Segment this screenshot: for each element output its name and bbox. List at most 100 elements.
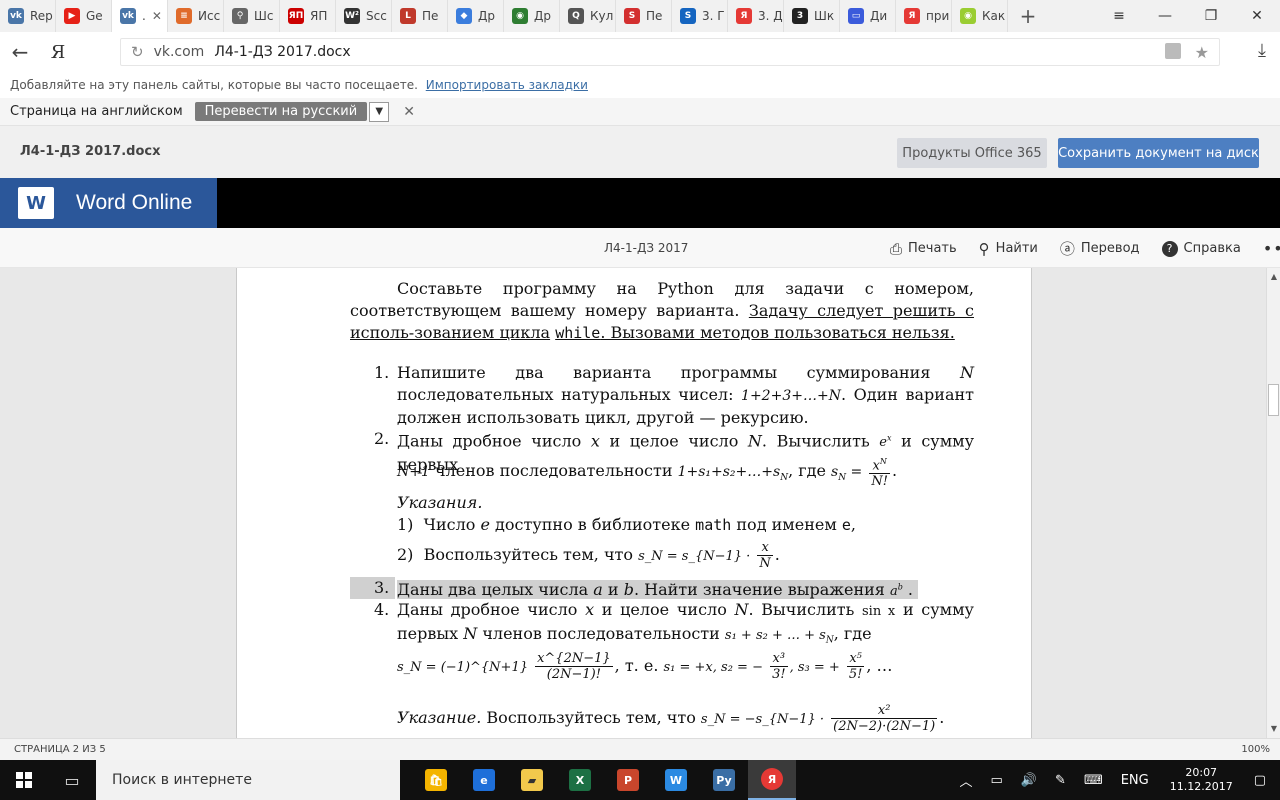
browser-tab[interactable]: Я 3. Д — [728, 0, 784, 32]
tab-label: 3. Г — [702, 9, 725, 23]
browser-tab[interactable]: Япри — [896, 0, 952, 32]
yandex-browser-app-icon[interactable]: Я — [748, 760, 796, 800]
taskbar-search-input[interactable]: Поиск в интернете — [96, 760, 400, 800]
browser-tab[interactable]: ◉ Как — [952, 0, 1008, 32]
url-field[interactable]: ↻ vk.com Л4-1-ДЗ 2017.docx ★ — [120, 38, 1220, 66]
item4-var-n2: N — [463, 624, 478, 643]
task-number: 4. — [374, 600, 390, 619]
tab-label: Др — [534, 9, 551, 23]
url-domain: vk.com — [153, 44, 205, 60]
system-tray: ︿ ▭ 🔊 ✎ ⌨ ENG 20:07 11.12.2017 ▢ — [951, 760, 1280, 800]
word-app-icon[interactable]: W — [652, 760, 700, 800]
help-button[interactable]: ? Справка — [1161, 240, 1241, 257]
browser-tab[interactable]: ◆ Др — [448, 0, 504, 32]
browser-tab[interactable]: ▶ Ge — [56, 0, 112, 32]
browser-tab[interactable]: Q Кул — [560, 0, 616, 32]
browser-tab[interactable]: ▭ Ди — [840, 0, 896, 32]
chevron-up-icon[interactable]: ︿ — [960, 771, 973, 790]
save-to-disk-button[interactable]: Сохранить документ на диск — [1058, 138, 1259, 168]
item4-terms: s₁ = +x, s₂ = − — [663, 660, 763, 675]
find-button[interactable]: ⚲ Найти — [979, 240, 1038, 258]
browser-tab[interactable]: S Пе — [616, 0, 672, 32]
powerpoint-app-icon[interactable]: P — [604, 760, 652, 800]
browser-tab[interactable]: S 3. Г — [672, 0, 728, 32]
translate-label: Страница на английском — [10, 104, 183, 119]
close-icon[interactable]: ✕ — [403, 104, 415, 120]
explorer-app-icon[interactable]: ▰ — [508, 760, 556, 800]
browser-tab[interactable]: 3 Шк — [784, 0, 840, 32]
item2-s-sub: N — [838, 472, 847, 483]
store-app-icon[interactable]: 🛍 — [412, 760, 460, 800]
vk-icon: vk — [8, 8, 24, 24]
print-label: Печать — [908, 241, 957, 256]
item3-var-b: b — [623, 580, 634, 600]
hint1-text-b: доступно в библиотеке — [495, 515, 691, 534]
bookmarks-bar: Добавляйте на эту панель сайты, которые … — [0, 72, 1280, 98]
diamond-icon: ◆ — [456, 8, 472, 24]
excel-app-icon[interactable]: X — [556, 760, 604, 800]
translate-button[interactable]: Перевести на русский — [194, 102, 368, 121]
browser-tab[interactable]: L Пе — [392, 0, 448, 32]
chevron-down-icon[interactable]: ▼ — [369, 101, 390, 122]
help-icon: ? — [1161, 240, 1178, 257]
reload-icon[interactable]: ↻ — [131, 43, 144, 61]
item4-term2: x³ 3! — [770, 651, 788, 682]
browser-tab[interactable]: ◉ Др — [504, 0, 560, 32]
vertical-scrollbar[interactable]: ▲ ▼ — [1266, 268, 1280, 738]
star-icon[interactable]: ★ — [1195, 43, 1209, 62]
print-button[interactable]: ⎙ Печать — [890, 240, 957, 258]
windows-start-icon[interactable] — [0, 760, 48, 800]
menu-icon[interactable]: ≡ — [1096, 8, 1142, 24]
browser-tab[interactable]: ≡ Исс — [168, 0, 224, 32]
item2-text-a: Даны дробное число — [397, 431, 582, 451]
notifications-icon[interactable]: ▢ — [1254, 773, 1266, 788]
restore-icon[interactable]: ❐ — [1188, 8, 1234, 24]
tab-label: при — [926, 9, 950, 23]
tab-label: Пе — [646, 9, 663, 23]
lock-icon[interactable] — [1164, 43, 1181, 59]
back-arrow-icon[interactable]: ← — [0, 40, 40, 64]
tab-label: Rep — [30, 9, 53, 23]
tab-close-icon[interactable]: ✕ — [152, 9, 162, 23]
scroll-down-icon[interactable]: ▼ — [1267, 722, 1280, 736]
item4-hint-title: Указание. — [397, 708, 482, 727]
download-icon[interactable]: ⤓ — [1258, 40, 1266, 61]
edge-app-icon[interactable]: e — [460, 760, 508, 800]
task-view-icon[interactable]: ▭ — [50, 760, 94, 800]
new-tab-plus-icon[interactable]: + — [1008, 4, 1048, 28]
browser-tab[interactable]: vk Rep — [0, 0, 56, 32]
word-online-brand[interactable]: W Word Online — [0, 178, 217, 228]
office-365-button[interactable]: Продукты Office 365 — [897, 138, 1047, 168]
language-indicator[interactable]: ENG — [1121, 773, 1149, 788]
clock[interactable]: 20:07 11.12.2017 — [1170, 766, 1233, 794]
import-bookmarks-link[interactable]: Импортировать закладки — [426, 78, 588, 92]
document-viewport[interactable]: Составьте программу на Python для задачи… — [0, 268, 1266, 738]
yandex-logo[interactable]: Я — [40, 42, 76, 63]
battery-icon[interactable]: ▭ — [991, 773, 1003, 788]
item4-terms2: , s₃ = + — [789, 660, 840, 675]
browser-tab[interactable]: W² Scс — [336, 0, 392, 32]
python-app-icon[interactable]: Py — [700, 760, 748, 800]
item4-t3-bot: 5! — [848, 667, 863, 682]
translate-doc-button[interactable]: ⓐ Перевод — [1060, 238, 1140, 259]
document-header: Л4-1-ДЗ 2017.docx Продукты Office 365 Со… — [0, 126, 1280, 178]
more-options-button[interactable]: ••• — [1263, 239, 1280, 258]
zoom-level[interactable]: 100% — [1241, 744, 1270, 755]
scroll-up-icon[interactable]: ▲ — [1267, 270, 1280, 284]
pen-icon[interactable]: ✎ — [1055, 773, 1066, 788]
item4-terms3: , … — [866, 656, 893, 675]
item2-where: , где — [788, 461, 826, 481]
browser-tab[interactable]: ЯП ЯП — [280, 0, 336, 32]
keyboard-icon[interactable]: ⌨ — [1084, 773, 1103, 788]
volume-icon[interactable]: 🔊 — [1021, 773, 1037, 788]
hint2-frac-bot: N — [759, 556, 771, 571]
minimize-icon[interactable]: — — [1142, 8, 1188, 24]
browser-tab[interactable]: vk. ✕ — [112, 0, 168, 32]
scroll-thumb[interactable] — [1268, 384, 1279, 416]
close-window-icon[interactable]: ✕ — [1234, 8, 1280, 24]
item2-text-c: . Вычислить — [761, 431, 870, 451]
item4-ie: , т. е. — [614, 656, 659, 675]
item4-var-n: N — [734, 600, 749, 619]
item4-hint-formula: s_N = −s_{N−1} · — [700, 712, 825, 727]
browser-tab[interactable]: ⚲ Шс — [224, 0, 280, 32]
